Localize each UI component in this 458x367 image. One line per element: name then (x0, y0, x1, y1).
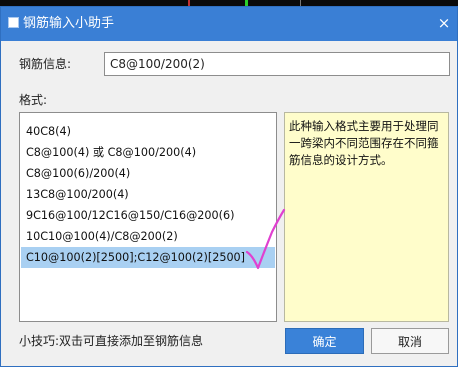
annotation-checkmark (245, 208, 286, 270)
